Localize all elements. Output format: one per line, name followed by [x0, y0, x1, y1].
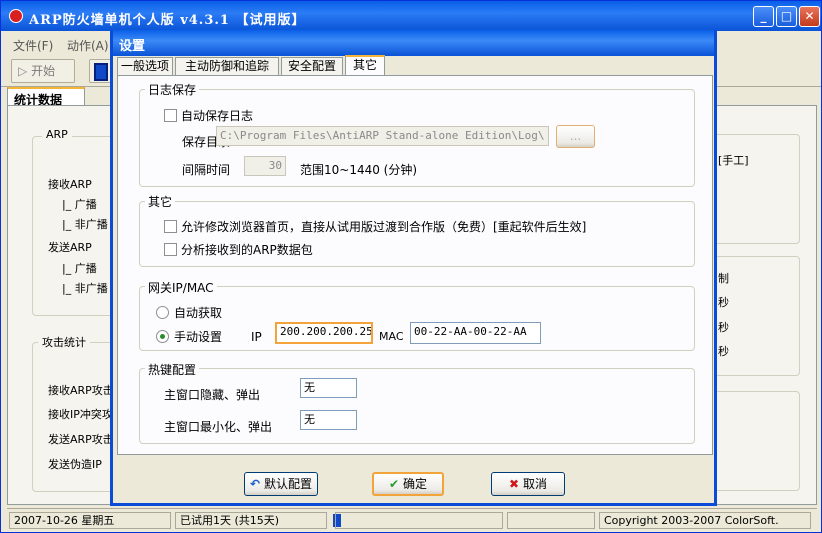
- attack-row-label: 接收ARP攻击: [48, 384, 114, 397]
- send-arp-label: 发送ARP: [48, 241, 92, 254]
- cancel-button[interactable]: ✖ 取消: [491, 472, 565, 496]
- right-fragment: 秒: [718, 296, 729, 309]
- dialog-title-bar[interactable]: 设置: [113, 30, 714, 56]
- start-button[interactable]: ▷ 开始: [11, 59, 75, 83]
- right-group-top: [708, 134, 800, 244]
- settings-dialog: 设置 一般选项 主动防御和追踪 安全配置 其它 日志保存 自动保存日志 保存目录…: [110, 30, 717, 506]
- send-non-broadcast-label: |_ 非广播: [62, 282, 108, 295]
- tab-security[interactable]: 安全配置: [281, 57, 343, 75]
- tab-defense[interactable]: 主动防御和追踪: [175, 57, 279, 75]
- right-group-bottom: [708, 391, 800, 491]
- auto-obtain-label[interactable]: 自动获取: [174, 304, 222, 321]
- right-fragment: 制: [718, 272, 729, 285]
- interval-range-label: 范围10~1440 (分钟): [300, 163, 418, 177]
- cancel-label: 取消: [523, 477, 548, 491]
- analyze-arp-checkbox[interactable]: [164, 243, 177, 256]
- manual-set-radio[interactable]: [156, 330, 169, 343]
- receive-broadcast-label: |_ 广播: [62, 198, 97, 211]
- main-title-bar[interactable]: ARP防火墙单机个人版 v4.3.1 【试用版】 _ □ ✕: [1, 1, 821, 31]
- play-icon: ▷: [18, 64, 28, 78]
- allow-homepage-checkbox[interactable]: [164, 220, 177, 233]
- mac-label: MAC: [379, 330, 404, 343]
- attack-row-label: 发送伪造IP: [48, 458, 102, 471]
- minimize-hotkey-field[interactable]: 无: [300, 410, 357, 430]
- arp-group-title: ARP: [42, 128, 72, 141]
- analyze-arp-label[interactable]: 分析接收到的ARP数据包: [181, 241, 313, 258]
- ok-label: 确定: [403, 477, 428, 491]
- manual-fragment: [手工]: [718, 154, 749, 167]
- start-button-label: 开始: [31, 64, 56, 78]
- hotkey-section-title: 热键配置: [145, 361, 200, 378]
- tab-statistics[interactable]: 统计数据: [7, 87, 85, 107]
- status-empty: [335, 512, 503, 529]
- gateway-section-title: 网关IP/MAC: [145, 279, 217, 296]
- tab-other[interactable]: 其它: [345, 55, 385, 76]
- attack-row-label: 接收IP冲突攻: [48, 408, 113, 421]
- gateway-ip-field[interactable]: 200.200.200.254: [275, 322, 373, 344]
- minimize-hotkey-label: 主窗口最小化、弹出: [164, 420, 273, 434]
- main-window-title: ARP防火墙单机个人版 v4.3.1 【试用版】: [29, 13, 306, 28]
- ok-button[interactable]: ✔ 确定: [372, 472, 444, 496]
- menu-file[interactable]: 文件(F): [13, 37, 53, 54]
- cross-icon: ✖: [508, 477, 520, 491]
- menu-action[interactable]: 动作(A): [67, 37, 109, 54]
- app-logo-icon: [9, 9, 23, 23]
- status-copyright: Copyright 2003-2007 ColorSoft.: [599, 512, 811, 529]
- status-date: 2007-10-26 星期五: [9, 512, 171, 529]
- manual-set-label[interactable]: 手动设置: [174, 328, 222, 345]
- status-trial: 已试用1天 (共15天): [175, 512, 327, 529]
- save-dir-field[interactable]: C:\Program Files\AntiARP Stand-alone Edi…: [216, 126, 549, 146]
- undo-icon: ↶: [249, 477, 261, 491]
- attack-row-label: 发送ARP攻击: [48, 433, 114, 446]
- auto-save-log-checkbox[interactable]: [164, 109, 177, 122]
- auto-save-log-label[interactable]: 自动保存日志: [181, 107, 253, 124]
- other-section-title: 其它: [145, 193, 176, 210]
- dialog-title: 设置: [119, 39, 146, 54]
- minimize-button[interactable]: _: [753, 6, 774, 27]
- send-broadcast-label: |_ 广播: [62, 262, 97, 275]
- interval-field[interactable]: 30: [244, 156, 286, 176]
- right-fragment: 秒: [718, 345, 729, 358]
- browse-button[interactable]: ...: [556, 125, 595, 148]
- receive-arp-label: 接收ARP: [48, 178, 92, 191]
- status-empty: [507, 512, 595, 529]
- close-button[interactable]: ✕: [799, 6, 820, 27]
- gateway-mac-field[interactable]: 00-22-AA-00-22-AA: [410, 322, 541, 344]
- status-bar: 2007-10-26 星期五 已试用1天 (共15天) Copyright 20…: [7, 508, 817, 530]
- stop-icon: [94, 63, 108, 81]
- maximize-button[interactable]: □: [776, 6, 797, 27]
- attack-group-title: 攻击统计: [38, 334, 90, 350]
- check-icon: ✔: [388, 477, 400, 491]
- tab-general[interactable]: 一般选项: [117, 57, 173, 75]
- right-fragment: 秒: [718, 321, 729, 334]
- other-settings-panel: 日志保存 自动保存日志 保存目录 C:\Program Files\AntiAR…: [117, 75, 713, 455]
- log-section-title: 日志保存: [145, 81, 200, 98]
- interval-label: 间隔时间: [182, 163, 231, 177]
- default-config-label: 默认配置: [264, 477, 313, 491]
- auto-obtain-radio[interactable]: [156, 306, 169, 319]
- ip-label: IP: [251, 330, 262, 344]
- allow-homepage-label[interactable]: 允许修改浏览器首页，直接从试用版过渡到合作版（免费）[重起软件后生效]: [181, 218, 586, 235]
- default-config-button[interactable]: ↶ 默认配置: [244, 472, 318, 496]
- hide-hotkey-label: 主窗口隐藏、弹出: [164, 388, 261, 402]
- receive-non-broadcast-label: |_ 非广播: [62, 218, 108, 231]
- hide-hotkey-field[interactable]: 无: [300, 378, 357, 398]
